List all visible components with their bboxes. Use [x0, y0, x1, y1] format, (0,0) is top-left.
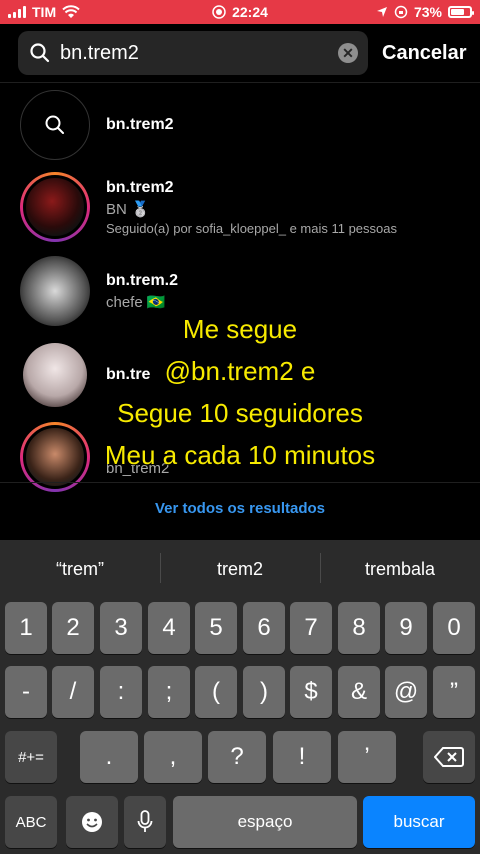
account-username: bn_trem2 [106, 459, 170, 477]
key[interactable]: ! [273, 731, 331, 783]
clock: 22:24 [232, 4, 268, 20]
keyword-search-avatar [20, 90, 90, 160]
predictive-bar: “trem” trem2 trembala [0, 540, 480, 598]
followed-by-text: Seguido(a) por sofia_kloeppel_ e mais 11… [106, 220, 397, 236]
key[interactable]: . [80, 731, 138, 783]
account-username: bn.trem.2 [106, 271, 179, 289]
space-key[interactable]: espaço [173, 796, 357, 848]
emoji-icon [82, 812, 102, 832]
key[interactable]: ’ [338, 731, 396, 783]
key[interactable]: ) [243, 666, 285, 718]
key[interactable]: ; [148, 666, 190, 718]
keyword-result[interactable]: bn.trem2 [20, 88, 470, 162]
symbols-toggle-key[interactable]: #+= [5, 731, 57, 783]
key[interactable]: 5 [195, 602, 237, 654]
dictation-key[interactable] [124, 796, 166, 848]
key[interactable]: & [338, 666, 380, 718]
search-bar: ✕ Cancelar [18, 30, 468, 76]
key[interactable]: 4 [148, 602, 190, 654]
keyword-label: bn.trem2 [106, 116, 174, 133]
key[interactable]: - [5, 666, 47, 718]
suggestion-item[interactable]: trembala [320, 552, 480, 583]
account-username: bn.tre [106, 366, 151, 383]
search-input[interactable] [60, 41, 338, 65]
rotation-lock-icon [394, 5, 408, 19]
delete-key[interactable] [423, 731, 475, 783]
see-all-results-link[interactable]: Ver todos os resultados [0, 500, 480, 517]
battery-icon [448, 6, 474, 18]
key[interactable]: 9 [385, 602, 427, 654]
key[interactable]: 1 [5, 602, 47, 654]
key[interactable]: 3 [100, 602, 142, 654]
clear-search-button[interactable]: ✕ [338, 43, 358, 63]
key[interactable]: / [52, 666, 94, 718]
key[interactable]: 2 [52, 602, 94, 654]
key[interactable]: ? [208, 731, 266, 783]
key[interactable]: 8 [338, 602, 380, 654]
account-subtitle: BN 🥈 [106, 200, 150, 218]
avatar [20, 256, 90, 326]
suggestion-item[interactable]: trem2 [160, 552, 320, 583]
results-divider [0, 482, 480, 483]
keyboard: “trem” trem2 trembala 1 2 3 4 5 6 7 8 9 … [0, 540, 480, 854]
avatar [20, 172, 90, 242]
search-icon [45, 115, 64, 134]
search-return-key[interactable]: buscar [363, 796, 475, 848]
account-result[interactable]: bn.trem.2 chefe 🇧🇷 [20, 254, 470, 328]
suggestion-item[interactable]: “trem” [0, 559, 160, 580]
abc-key[interactable]: ABC [5, 796, 57, 848]
recording-icon [212, 5, 226, 19]
key[interactable]: 0 [433, 602, 475, 654]
account-subtitle: chefe 🇧🇷 [106, 293, 166, 311]
emoji-key[interactable] [66, 796, 118, 848]
key[interactable]: 7 [290, 602, 332, 654]
key[interactable]: ” [433, 666, 475, 718]
search-icon [30, 43, 50, 63]
backspace-icon [434, 747, 464, 767]
key[interactable]: $ [290, 666, 332, 718]
microphone-icon [137, 810, 153, 832]
key[interactable]: 6 [243, 602, 285, 654]
account-result[interactable]: bn.trem2 BN 🥈 Seguido(a) por sofia_kloep… [20, 170, 470, 244]
search-field-container[interactable]: ✕ [18, 31, 368, 75]
key[interactable]: @ [385, 666, 427, 718]
location-icon [376, 7, 387, 17]
key[interactable]: , [144, 731, 202, 783]
account-result[interactable]: bn.tre [20, 338, 470, 412]
key[interactable]: : [100, 666, 142, 718]
status-bar: TIM 22:24 73% [0, 0, 480, 24]
key[interactable]: ( [195, 666, 237, 718]
battery-percent: 73% [413, 4, 442, 20]
avatar [23, 343, 87, 407]
cancel-button[interactable]: Cancelar [382, 42, 467, 65]
header-divider [0, 82, 480, 83]
account-username: bn.trem2 [106, 178, 174, 196]
